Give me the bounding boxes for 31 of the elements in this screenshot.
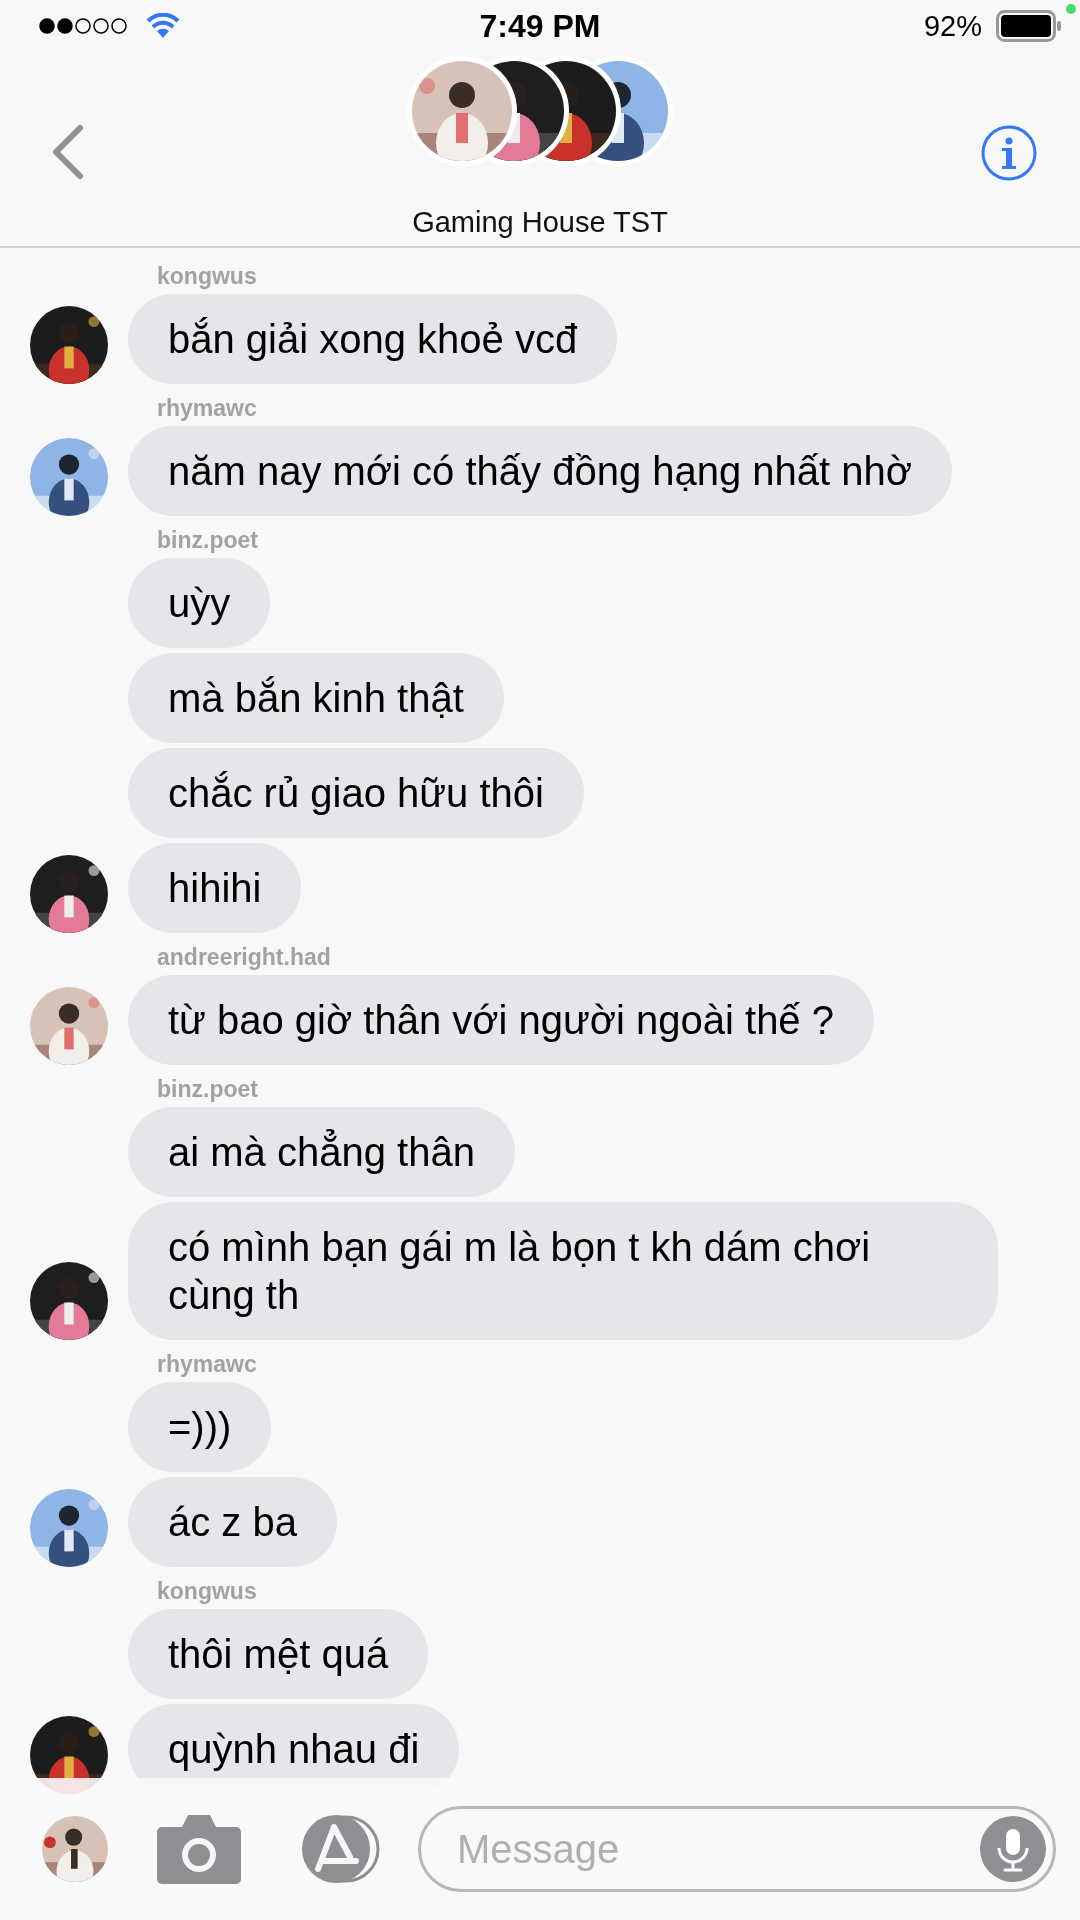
- battery-icon: [996, 10, 1062, 42]
- back-icon[interactable]: [50, 124, 86, 180]
- message-bubble: chắc rủ giao hữu thôi: [128, 748, 584, 838]
- battery-percent: 92%: [923, 9, 982, 43]
- message-bubble: hihihi: [128, 843, 302, 933]
- sender-name: kongwus: [157, 1577, 258, 1605]
- conversation-title: Gaming House TST: [412, 206, 668, 239]
- signal-icon: [38, 17, 130, 35]
- message-bubble: năm nay mới có thấy đồng hạng nhất nhờ: [128, 426, 953, 516]
- message-bubble: có mình bạn gái m là bọn t kh dám chơi cùng th: [128, 1202, 998, 1340]
- camera-icon[interactable]: [156, 1813, 242, 1885]
- message-bubble: từ bao giờ thân với người ngoài thế ?: [128, 975, 874, 1065]
- camera-indicator-icon: [1066, 4, 1076, 14]
- message-bubble: =))): [128, 1382, 272, 1472]
- message-bubble: thôi mệt quá: [128, 1609, 429, 1699]
- message-bubble: bắn giải xong khoẻ vcđ: [128, 294, 618, 384]
- status-time: 7:49 PM: [478, 7, 602, 45]
- info-icon[interactable]: [980, 124, 1038, 182]
- message-bubble: ác z ba: [128, 1477, 337, 1567]
- sender-name: binz.poet: [157, 1075, 259, 1103]
- sender-name: andreeright.had: [157, 943, 332, 971]
- message-field[interactable]: Message: [418, 1806, 1056, 1892]
- microphone-icon[interactable]: [980, 1816, 1046, 1882]
- message-bubble: mà bắn kinh thật: [128, 653, 504, 743]
- sender-name: rhymawc: [157, 394, 258, 422]
- sender-name: kongwus: [157, 262, 258, 290]
- wifi-icon: [146, 13, 180, 39]
- sender-name: binz.poet: [157, 526, 259, 554]
- message-bubble: uỳy: [128, 558, 271, 648]
- message-bubble: ai mà chẳng thân: [128, 1107, 515, 1197]
- sender-name: rhymawc: [157, 1350, 258, 1378]
